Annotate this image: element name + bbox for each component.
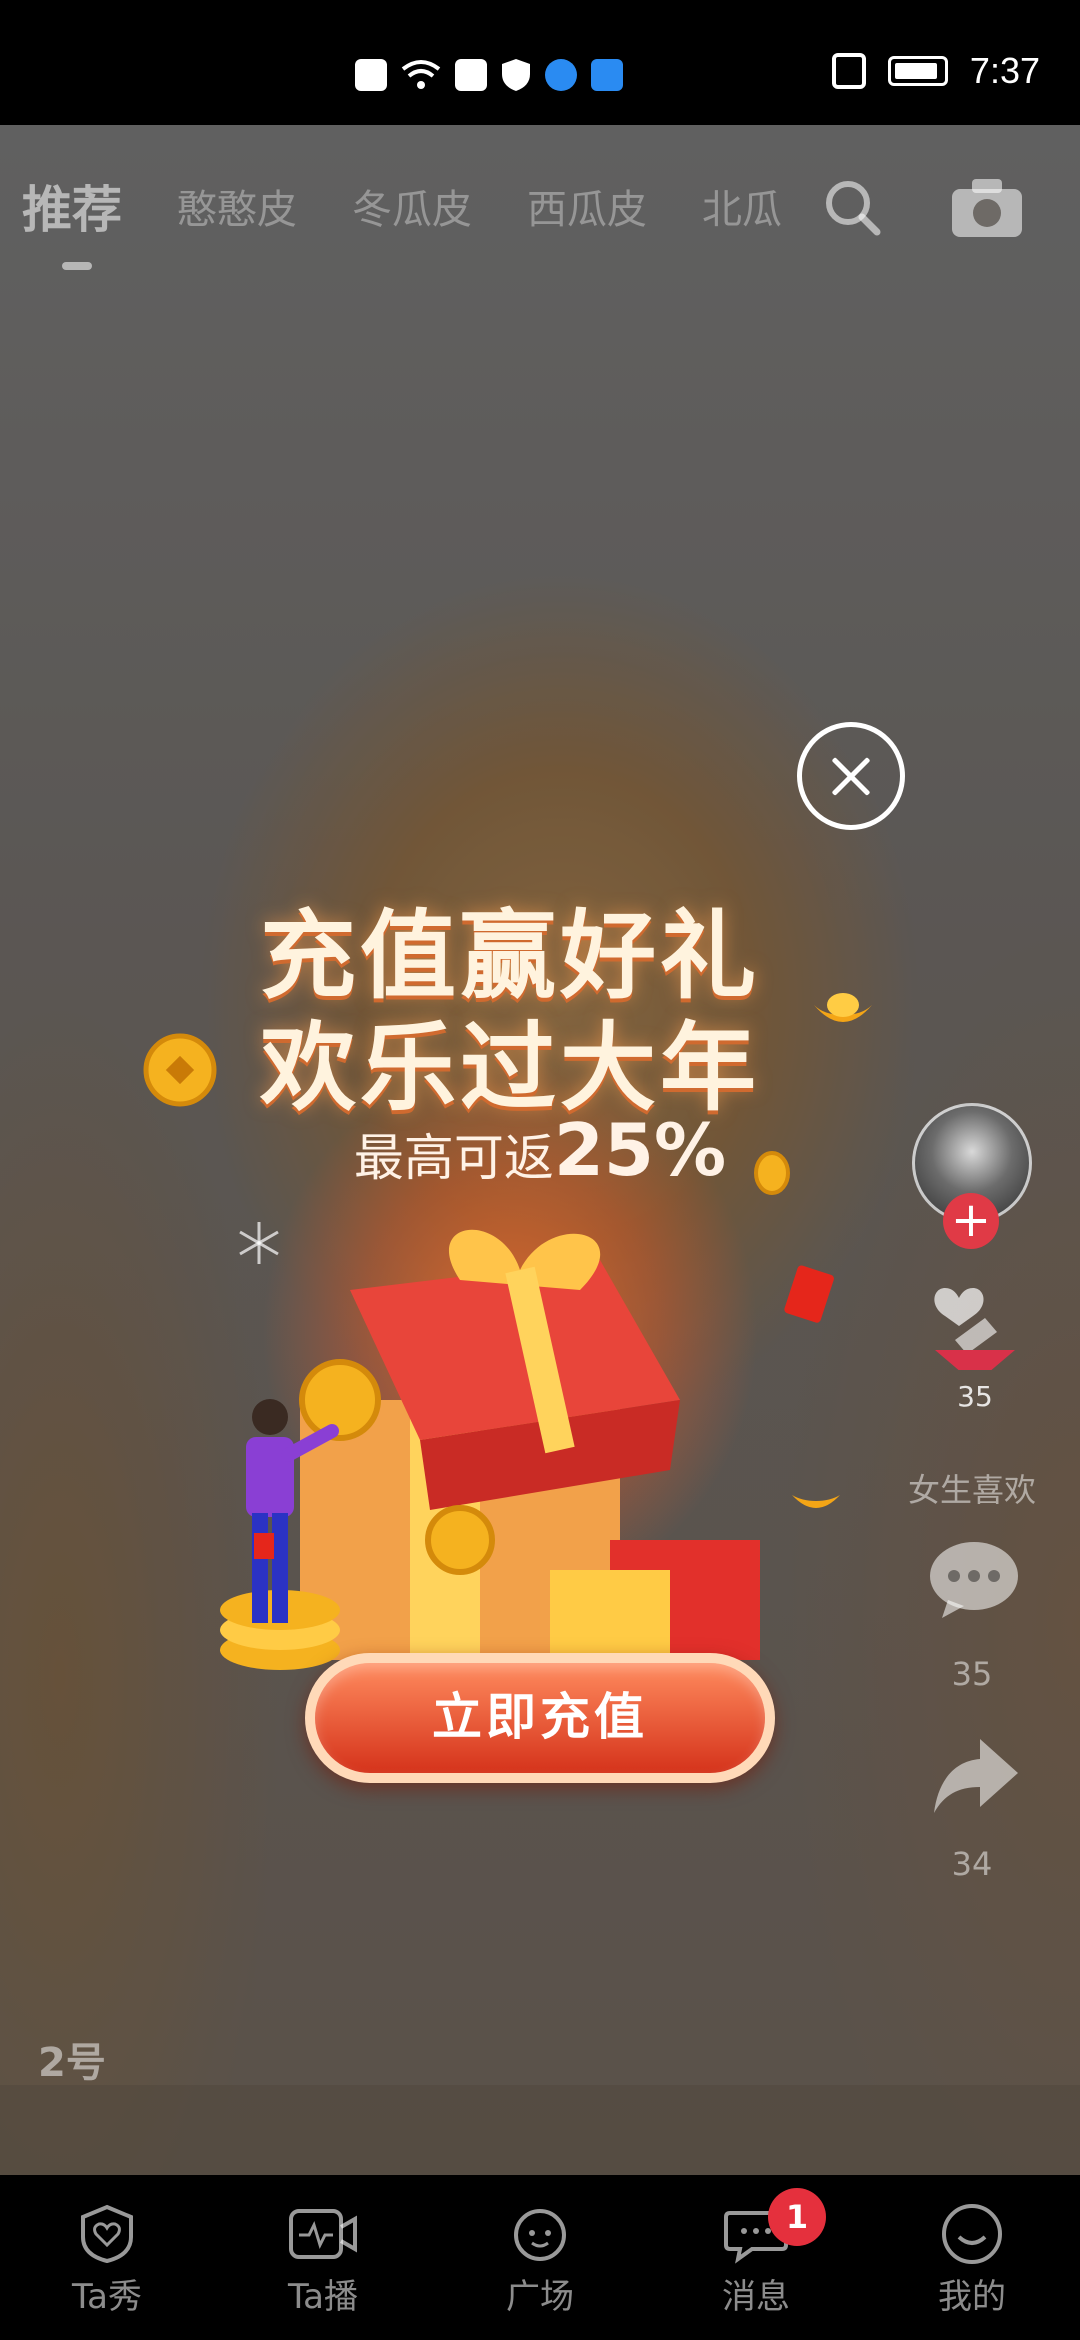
tab-xiguapi[interactable]: 西瓜皮	[527, 177, 647, 235]
browser-icon	[545, 59, 577, 91]
wifi-icon	[401, 60, 441, 89]
nav-label-ta-show: Ta秀	[72, 2277, 142, 2317]
tab-active-indicator	[62, 262, 92, 270]
share-count: 34	[951, 1845, 993, 1883]
huawei-icon	[455, 59, 487, 91]
search-icon[interactable]	[823, 178, 881, 236]
gift-icon[interactable]	[925, 1280, 1025, 1370]
share-icon[interactable]	[930, 1735, 1020, 1815]
battery-icon	[887, 56, 948, 86]
cloud-icon	[591, 59, 623, 91]
camera-icon[interactable]	[950, 175, 1024, 239]
comment-count: 35	[951, 1655, 993, 1693]
smile-icon	[942, 2204, 1002, 2264]
popup-subtitle-percent: 25%	[553, 1108, 727, 1192]
planet-icon	[514, 2209, 566, 2261]
tab-beigua[interactable]: 北瓜	[702, 177, 782, 235]
status-icons	[355, 58, 623, 92]
popup-subtitle-prefix: 最高可返	[353, 1129, 554, 1187]
shield-icon	[502, 59, 530, 91]
comment-icon[interactable]	[928, 1540, 1020, 1620]
top-tabs: 推荐 憨憨皮 冬瓜皮 西瓜皮 北瓜	[22, 170, 837, 242]
video-bottom-strip	[0, 2085, 1080, 2175]
nav-label-messages: 消息	[722, 2277, 790, 2317]
message-badge: 1	[768, 2188, 826, 2246]
like-count: 35	[957, 1380, 993, 1413]
live-camera-icon	[289, 2209, 357, 2259]
vibrate-icon	[831, 53, 866, 89]
nav-item-ta-show[interactable]: Ta秀	[37, 2203, 177, 2318]
status-time: 7:37	[969, 50, 1040, 91]
person-illustration	[246, 1399, 339, 1623]
nav-item-mine[interactable]: 我的	[902, 2203, 1042, 2318]
popup-subtitle: 最高可返25%	[300, 1108, 780, 1192]
recharge-now-button[interactable]: 立即充值	[305, 1653, 775, 1783]
alert-icon	[355, 59, 387, 91]
tab-dongguapi[interactable]: 冬瓜皮	[352, 177, 472, 235]
status-bar: 7:37	[0, 0, 1080, 125]
nav-label-ta-live: Ta播	[288, 2277, 358, 2317]
heart-badge-icon	[81, 2204, 133, 2264]
popup-close-button[interactable]	[797, 722, 905, 830]
nav-item-square[interactable]: 广场	[470, 2203, 610, 2318]
tab-hanhanpi[interactable]: 憨憨皮	[177, 177, 297, 235]
bottom-nav: Ta秀 Ta播 广场 消息 我的	[0, 2175, 1080, 2340]
like-caption: 女生喜欢	[907, 1471, 1036, 1509]
video-number-label: 2号	[38, 2040, 106, 2086]
tab-recommend[interactable]: 推荐	[22, 170, 122, 242]
nav-label-mine: 我的	[938, 2277, 1006, 2317]
nav-item-ta-live[interactable]: Ta播	[253, 2203, 393, 2318]
nav-label-square: 广场	[506, 2277, 574, 2317]
follow-button[interactable]: +	[943, 1193, 999, 1249]
